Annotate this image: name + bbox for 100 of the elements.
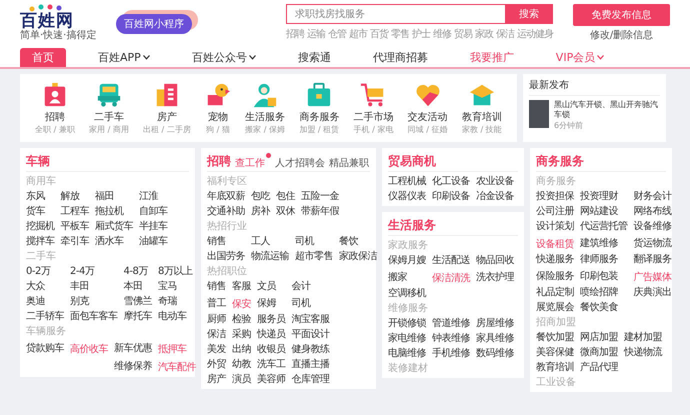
category-link[interactable]: 牵引车 xyxy=(60,234,89,249)
nav-tab[interactable]: 搜索通 xyxy=(288,48,341,67)
category-link[interactable]: 拖拉机 xyxy=(95,204,133,219)
category-link[interactable]: 建筑维修 xyxy=(580,234,628,252)
nav-tab[interactable]: 百姓APP xyxy=(88,48,160,67)
category-link[interactable]: 生活配送 xyxy=(432,253,470,268)
category-link[interactable]: 房补 xyxy=(251,204,270,219)
category-link[interactable]: 油罐车 xyxy=(139,234,168,249)
category-link[interactable]: 印刷设备 xyxy=(432,189,470,204)
category-link[interactable]: 工人 xyxy=(251,234,289,249)
category-link[interactable]: 幼教 xyxy=(232,357,251,372)
category-link[interactable]: 包吃 xyxy=(251,189,270,204)
category-link[interactable]: 化工设备 xyxy=(432,174,470,189)
category-link[interactable]: 工程车 xyxy=(60,204,89,219)
category-link[interactable]: 平板车 xyxy=(60,219,89,234)
category-link[interactable]: 厢式货车 xyxy=(95,219,133,234)
category-link[interactable]: 销售 xyxy=(207,234,245,249)
category-link[interactable]: 美容保健 xyxy=(536,345,574,360)
category-link[interactable]: 空调移机 xyxy=(388,286,426,301)
category-link[interactable]: 本田 xyxy=(124,279,152,294)
category-link[interactable]: 2-4万 xyxy=(70,264,118,279)
category-link[interactable]: 会计 xyxy=(292,279,330,294)
category-link[interactable]: 销售 xyxy=(207,279,226,294)
category-link[interactable]: 代运营托管 xyxy=(580,219,628,234)
manage-link[interactable]: 修改/删除信息 xyxy=(590,28,654,42)
category-link[interactable]: 餐饮 xyxy=(339,234,377,249)
nav-tab[interactable]: 百姓公众号 xyxy=(182,48,266,67)
category-link[interactable]: 展览展会 xyxy=(536,300,574,315)
category-link[interactable]: 农业设备 xyxy=(476,174,514,189)
category-link[interactable]: 家具维修 xyxy=(476,331,514,346)
mini-program-button[interactable]: 百姓网小程序 xyxy=(116,14,192,34)
category-link[interactable]: 大众 xyxy=(26,279,64,294)
panel-link[interactable]: 查工作 xyxy=(235,152,271,170)
category-link[interactable]: 保险服务 xyxy=(536,267,574,285)
category-link[interactable]: 教育培训 xyxy=(536,360,574,375)
category-link[interactable]: 货运物流 xyxy=(634,234,672,252)
category-link[interactable]: 律师服务 xyxy=(580,252,628,267)
category-link[interactable]: 奇瑞 xyxy=(158,294,192,309)
category-link[interactable]: 设备维修 xyxy=(634,219,672,234)
category-link[interactable]: 餐饮美食 xyxy=(580,300,628,315)
category-link[interactable]: 快递服务 xyxy=(536,252,574,267)
category-link[interactable]: 冶金设备 xyxy=(476,189,514,204)
category-link[interactable]: 家政保洁 xyxy=(339,249,377,264)
category-link[interactable]: 年底双薪 xyxy=(207,189,245,204)
logo-text[interactable]: 百姓网 xyxy=(20,12,74,30)
category-tile[interactable]: 宠物 狗 / 猫 xyxy=(204,82,231,134)
category-tile[interactable]: 交友活动 同城 / 征婚 xyxy=(408,82,448,134)
category-link[interactable]: 别克 xyxy=(70,294,118,309)
category-link[interactable]: 检验 xyxy=(232,312,251,327)
category-link[interactable]: 二手轿车 xyxy=(26,309,64,324)
category-link[interactable]: 厨师 xyxy=(207,312,226,327)
category-link[interactable]: 汽车配件 xyxy=(158,360,196,375)
category-link[interactable]: 手机维修 xyxy=(432,346,470,361)
category-link[interactable]: 财务会计 xyxy=(634,189,672,204)
category-link[interactable]: 电脑维修 xyxy=(388,346,426,361)
category-link[interactable]: 服务员 xyxy=(257,312,286,327)
category-tile[interactable]: 二手车 家用 / 商用 xyxy=(89,82,129,134)
category-link[interactable]: 保姆月嫂 xyxy=(388,253,426,268)
category-link[interactable]: 雪佛兰 xyxy=(124,294,152,309)
category-link[interactable]: 搬家 xyxy=(388,268,426,286)
category-link[interactable]: 司机 xyxy=(292,294,330,312)
category-link[interactable]: 演员 xyxy=(232,372,251,387)
category-link[interactable]: 货车 xyxy=(26,204,54,219)
category-link[interactable]: 仓库管理 xyxy=(292,372,330,387)
category-link[interactable]: 工程机械 xyxy=(388,174,426,189)
category-link[interactable]: 仪器仪表 xyxy=(388,189,426,204)
nav-tab[interactable]: 我要推广 xyxy=(460,48,524,67)
category-link[interactable]: 管道维修 xyxy=(432,316,470,331)
category-link[interactable]: 网站建设 xyxy=(580,204,628,219)
category-link[interactable]: 直播主播 xyxy=(292,357,330,372)
category-link[interactable]: 客服 xyxy=(232,279,251,294)
category-link[interactable]: 洒水车 xyxy=(95,234,133,249)
category-tile[interactable]: 教育培训 家教 / 技能 xyxy=(462,82,502,134)
category-link[interactable]: 美发 xyxy=(207,342,226,357)
category-link[interactable]: 收银员 xyxy=(257,342,286,357)
category-link[interactable]: 东风 xyxy=(26,189,54,204)
nav-tab[interactable]: 代理商招募 xyxy=(362,48,438,67)
category-link[interactable]: 奥迪 xyxy=(26,294,64,309)
category-link[interactable]: 带薪年假 xyxy=(301,204,339,219)
category-link[interactable]: 公司注册 xyxy=(536,204,574,219)
category-link[interactable]: 保姆 xyxy=(257,294,286,312)
category-link[interactable]: 维修保养 xyxy=(114,357,152,375)
category-link[interactable]: 外贸 xyxy=(207,357,226,372)
nav-tab[interactable]: VIP会员 xyxy=(546,48,614,67)
latest-post-link[interactable]: 黑山汽车开锁、黑山开奔驰汽车锁 xyxy=(554,100,660,120)
category-link[interactable]: 司机 xyxy=(295,234,333,249)
category-link[interactable]: 搅拌车 xyxy=(26,234,54,249)
category-link[interactable]: 微商加盟 xyxy=(580,345,618,360)
category-link[interactable]: 数码维修 xyxy=(476,346,514,361)
category-link[interactable]: 面包车客车 xyxy=(70,309,118,324)
category-link[interactable]: 美容师 xyxy=(257,372,286,387)
category-link[interactable]: 快递物流 xyxy=(624,345,662,360)
category-link[interactable]: 礼品定制 xyxy=(536,285,574,300)
category-link[interactable]: 福田 xyxy=(95,189,133,204)
category-link[interactable]: 物流运输 xyxy=(251,249,289,264)
publish-button[interactable]: 免费发布信息 xyxy=(573,4,670,26)
category-link[interactable]: 家电维修 xyxy=(388,331,426,346)
category-link[interactable]: 投资担保 xyxy=(536,189,574,204)
category-link[interactable]: 双休 xyxy=(276,204,295,219)
category-link[interactable]: 钟表维修 xyxy=(432,331,470,346)
